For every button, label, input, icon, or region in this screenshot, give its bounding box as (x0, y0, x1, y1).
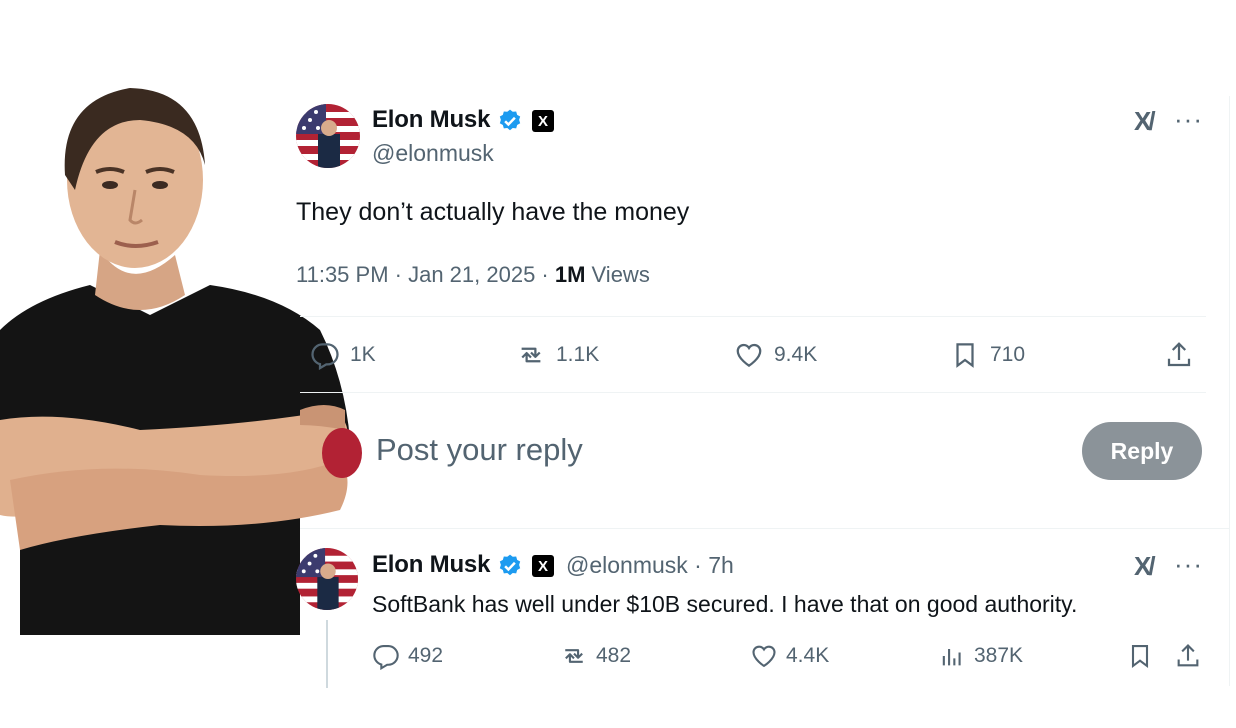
author-avatar[interactable] (296, 104, 360, 168)
reply-action[interactable]: 1K (310, 340, 376, 370)
reply-bookmark-action[interactable] (1126, 642, 1154, 670)
repost-icon (521, 347, 541, 363)
thread-line (326, 620, 328, 688)
reply-reply-count: 492 (408, 644, 444, 667)
bookmark-icon (1131, 645, 1149, 669)
author-name[interactable]: Elon Musk (372, 106, 490, 134)
views-icon (942, 649, 961, 666)
share-icon (1177, 644, 1199, 667)
reply-views-count: 387K (974, 644, 1024, 667)
bookmark-action[interactable]: 710 (950, 340, 1025, 370)
reply-icon (311, 343, 339, 370)
bookmark-count: 710 (990, 343, 1026, 366)
repost-action[interactable]: 1.1K (516, 340, 599, 370)
like-action[interactable]: 9.4K (734, 340, 817, 370)
share-action[interactable] (1164, 340, 1194, 370)
author-handle[interactable]: @elonmusk (372, 140, 494, 167)
views-label: Views (585, 262, 650, 287)
right-border (1229, 96, 1230, 686)
reply-views-action[interactable]: 387K (938, 642, 1023, 670)
reply-author-name[interactable]: Elon Musk (372, 551, 490, 579)
reply-handle-time[interactable]: @elonmusk · 7h (566, 552, 734, 579)
heart-icon (736, 343, 762, 367)
reply-icon (373, 645, 399, 670)
reply-reply-action[interactable]: 492 (372, 642, 443, 670)
like-count: 9.4K (774, 343, 818, 366)
bookmark-icon (956, 343, 974, 368)
reply-like-action[interactable]: 4.4K (750, 642, 829, 670)
post-timestamp[interactable]: 11:35 PM · Jan 21, 2025 · (296, 262, 555, 287)
grok-icon[interactable]: X/ (1134, 106, 1156, 137)
more-options-icon[interactable]: ··· (1174, 104, 1203, 135)
reply-author-avatar[interactable] (296, 548, 358, 610)
reply-button[interactable]: Reply (1082, 422, 1202, 480)
views-count: 1M (554, 262, 586, 287)
reply-verified-badge-icon (497, 553, 523, 579)
reply-more-options-icon[interactable]: ··· (1174, 549, 1203, 580)
verified-badge-icon (497, 108, 523, 134)
reply-like-count: 4.4K (786, 644, 830, 667)
composer-avatar (322, 428, 362, 478)
share-icon (1167, 342, 1191, 367)
reply-input[interactable]: Post your reply (376, 432, 583, 468)
reply-x-affiliation-badge: X (532, 555, 554, 577)
heart-icon (752, 645, 776, 668)
post-meta: 11:35 PM · Jan 21, 2025 · 1M Views (296, 262, 650, 288)
post-text: They don’t actually have the money (296, 198, 690, 226)
divider-top (300, 316, 1206, 317)
reply-repost-action[interactable]: 482 (560, 642, 631, 670)
divider-bottom (300, 528, 1230, 529)
reply-count: 1K (350, 343, 376, 366)
reply-share-action[interactable] (1174, 642, 1202, 670)
reply-repost-count: 482 (596, 644, 632, 667)
repost-icon (565, 649, 583, 663)
repost-count: 1.1K (556, 343, 600, 366)
divider-middle (300, 392, 1206, 393)
x-affiliation-badge: X (532, 110, 554, 132)
reply-post-text: SoftBank has well under $10B secured. I … (372, 591, 1078, 617)
reply-grok-icon[interactable]: X/ (1134, 551, 1156, 582)
